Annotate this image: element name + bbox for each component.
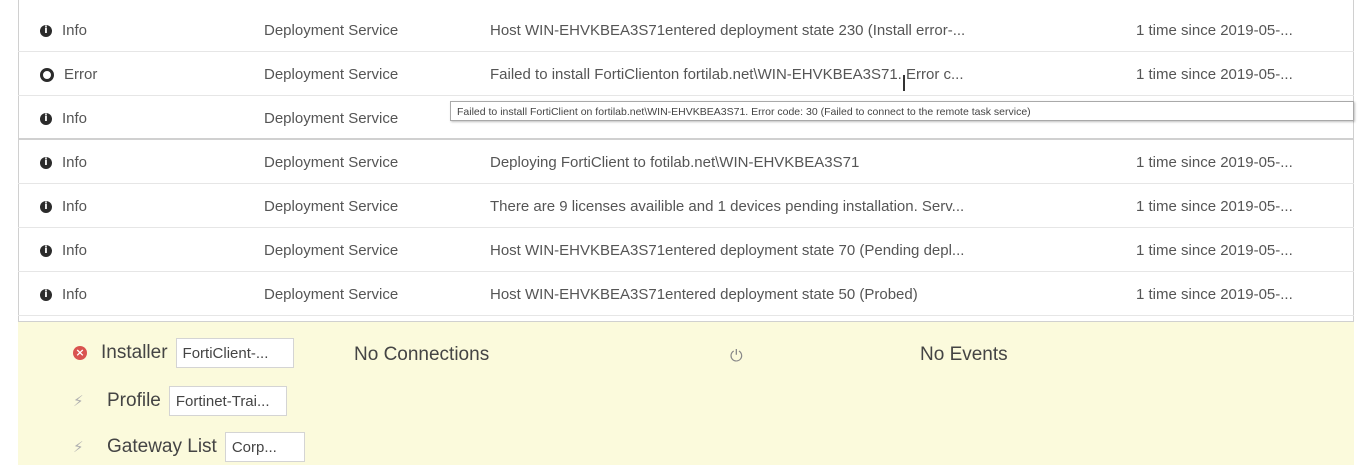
error-circle-icon: × bbox=[73, 346, 87, 360]
count-cell: 1 time since 2019-05-... bbox=[1136, 286, 1293, 303]
message-cell: Host WIN-EHVKBEA3S71entered deployment s… bbox=[490, 22, 966, 39]
severity-cell: i Info bbox=[40, 242, 240, 259]
severity-label: Error bbox=[64, 66, 98, 83]
info-icon: i bbox=[40, 112, 52, 125]
connections-status: No Connections bbox=[354, 344, 490, 365]
severity-label: Info bbox=[62, 22, 88, 39]
events-status: No Events bbox=[920, 344, 1008, 365]
severity-cell: i Info bbox=[40, 154, 240, 171]
severity-cell: Error bbox=[40, 66, 240, 83]
power-icon[interactable]: ⏻ bbox=[730, 346, 743, 366]
info-icon: i bbox=[40, 156, 52, 169]
profile-row: ⚡ Profile Fortinet-Trai... bbox=[73, 386, 287, 416]
table-row[interactable]: i Info Deployment Service Deploying Fort… bbox=[18, 140, 1354, 184]
gateway-list-field[interactable]: Corp... bbox=[224, 432, 305, 462]
severity-cell: i Info bbox=[40, 22, 240, 39]
count-cell: 1 time since 2019-05-... bbox=[1136, 22, 1293, 39]
message-cell: Deploying FortiClient to fotilab.net\WIN… bbox=[490, 154, 860, 171]
profile-field[interactable]: Fortinet-Trai... bbox=[168, 386, 287, 416]
profile-label: Profile bbox=[107, 390, 161, 411]
installer-label: Installer bbox=[101, 342, 168, 363]
installer-field[interactable]: FortiClient-... bbox=[175, 338, 294, 368]
severity-cell: i Info bbox=[40, 198, 240, 215]
source-cell: Deployment Service bbox=[264, 110, 399, 127]
severity-label: Info bbox=[62, 154, 88, 171]
event-log-table: i Info Deployment Service Host WIN-EHVKB… bbox=[18, 8, 1354, 316]
severity-label: Info bbox=[62, 242, 88, 259]
text-cursor-icon bbox=[903, 75, 905, 91]
message-cell: Host WIN-EHVKBEA3S71entered deployment s… bbox=[490, 286, 918, 303]
table-row[interactable]: i Info Deployment Service There are 9 li… bbox=[18, 184, 1354, 228]
installer-row: × Installer FortiClient-... bbox=[73, 338, 294, 368]
count-cell: 1 time since 2019-05-... bbox=[1136, 198, 1293, 215]
count-cell: 1 time since 2019-05-... bbox=[1136, 242, 1293, 259]
count-cell: 1 time since 2019-05-... bbox=[1136, 154, 1293, 171]
gateway-list-label: Gateway List bbox=[107, 436, 217, 457]
source-cell: Deployment Service bbox=[264, 22, 399, 39]
source-cell: Deployment Service bbox=[264, 286, 399, 303]
message-cell: Failed to install FortiClienton fortilab… bbox=[490, 66, 964, 83]
table-row[interactable]: i Info Deployment Service Host WIN-EHVKB… bbox=[18, 228, 1354, 272]
info-icon: i bbox=[40, 24, 52, 37]
table-row[interactable]: i Info Deployment Service Host WIN-EHVKB… bbox=[18, 272, 1354, 316]
endpoint-details-panel: × Installer FortiClient-... ⚡ Profile Fo… bbox=[18, 321, 1354, 465]
table-row[interactable]: i Info Deployment Service Host WIN-EHVKB… bbox=[18, 8, 1354, 52]
error-icon bbox=[40, 67, 54, 82]
message-cell: Host WIN-EHVKBEA3S71entered deployment s… bbox=[490, 242, 965, 259]
info-icon: i bbox=[40, 288, 52, 301]
disconnected-plug-icon: ⚡ bbox=[73, 392, 84, 410]
source-cell: Deployment Service bbox=[264, 242, 399, 259]
info-icon: i bbox=[40, 200, 52, 213]
severity-cell: i Info bbox=[40, 286, 240, 303]
source-cell: Deployment Service bbox=[264, 66, 399, 83]
count-cell: 1 time since 2019-05-... bbox=[1136, 66, 1293, 83]
message-tooltip: Failed to install FortiClient on fortila… bbox=[450, 101, 1354, 121]
severity-label: Info bbox=[62, 198, 88, 215]
severity-label: Info bbox=[62, 286, 88, 303]
info-icon: i bbox=[40, 244, 52, 257]
disconnected-plug-icon: ⚡ bbox=[73, 438, 84, 456]
source-cell: Deployment Service bbox=[264, 154, 399, 171]
severity-cell: i Info bbox=[40, 110, 240, 127]
gateway-list-row: ⚡ Gateway List Corp... bbox=[73, 432, 305, 462]
table-row[interactable]: Error Deployment Service Failed to insta… bbox=[18, 52, 1354, 96]
source-cell: Deployment Service bbox=[264, 198, 399, 215]
message-cell: There are 9 licenses availible and 1 dev… bbox=[490, 198, 965, 215]
severity-label: Info bbox=[62, 110, 88, 127]
